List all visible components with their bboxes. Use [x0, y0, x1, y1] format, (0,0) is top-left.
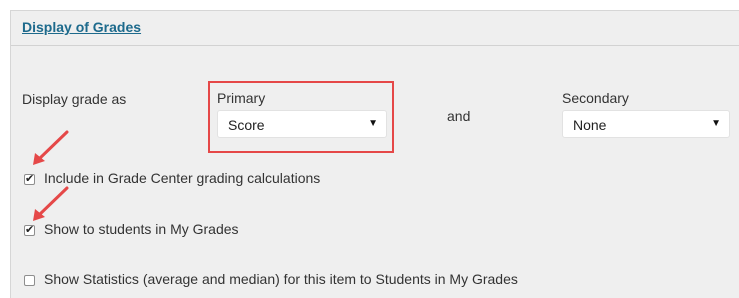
display-grade-label: Display grade as [22, 91, 127, 107]
checkmark-icon: ✔ [25, 173, 35, 185]
show-statistics-checkbox[interactable] [24, 275, 35, 286]
caret-down-icon: ▼ [711, 118, 721, 129]
red-arrow-icon [33, 186, 69, 221]
include-in-calculations-checkbox[interactable]: ✔ [24, 173, 35, 185]
section-header: Display of Grades [11, 11, 739, 46]
include-in-calculations-label[interactable]: Include in Grade Center grading calculat… [44, 170, 320, 186]
show-to-students-label[interactable]: Show to students in My Grades [44, 221, 239, 237]
primary-highlight-box [208, 81, 394, 153]
grades-panel: Display of Grades Display grade as Prima… [10, 10, 739, 298]
show-statistics-label[interactable]: Show Statistics (average and median) for… [44, 271, 518, 287]
checkmark-icon: ✔ [25, 224, 35, 236]
show-to-students-checkbox[interactable]: ✔ [24, 224, 35, 236]
and-connector: and [447, 108, 471, 124]
secondary-select[interactable]: None ▼ [562, 110, 730, 138]
red-arrow-icon [33, 130, 69, 165]
section-title-link[interactable]: Display of Grades [22, 19, 141, 35]
secondary-select-value: None [573, 117, 607, 133]
secondary-label: Secondary [562, 90, 629, 106]
